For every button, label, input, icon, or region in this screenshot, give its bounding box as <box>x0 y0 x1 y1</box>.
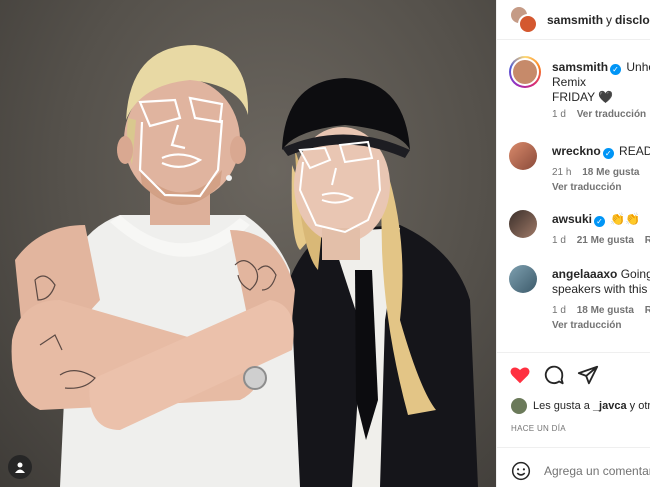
user-tag-icon[interactable] <box>8 455 32 479</box>
post-header: samsmith y disclosu <box>497 0 650 40</box>
author-avatar[interactable] <box>509 56 541 88</box>
heart-icon[interactable] <box>509 364 531 386</box>
liker-username[interactable]: _javca <box>593 400 627 412</box>
caption-time[interactable]: 1 d <box>552 109 566 120</box>
verified-badge-icon: ✓ <box>594 216 606 227</box>
header-conjunction: y <box>606 12 613 27</box>
share-icon[interactable] <box>577 364 599 386</box>
comment-icon[interactable] <box>543 364 565 386</box>
caption-text-line: Remix <box>552 75 587 89</box>
likes-prefix: Les gusta a <box>533 400 590 412</box>
comment-username[interactable]: wreckno <box>552 144 601 158</box>
avatar[interactable] <box>509 265 537 293</box>
post-side-panel: samsmith y disclosu samsmith✓ Unhol Remi… <box>496 0 650 487</box>
comment-input[interactable]: Agrega un comentari <box>544 464 650 478</box>
emoji-icon[interactable] <box>511 461 531 481</box>
caption-text-line: FRIDAY 🖤 <box>552 90 614 104</box>
post-timestamp[interactable]: HACE UN DÍA <box>511 424 566 433</box>
author-username[interactable]: samsmith <box>547 13 603 27</box>
post-photo[interactable] <box>0 0 496 487</box>
comment-text-line: speakers with this c <box>552 282 650 296</box>
translate-link[interactable]: Ver traducción <box>577 109 646 120</box>
photo-illustration <box>11 45 478 487</box>
avatar[interactable] <box>509 142 537 170</box>
likes-suffix[interactable]: y otr <box>630 400 650 412</box>
likes-summary: Les gusta a _javca y otr <box>511 398 650 414</box>
avatar[interactable] <box>511 398 527 414</box>
comment-text: 👏👏 <box>610 212 641 226</box>
avatar <box>518 13 538 34</box>
verified-badge-icon: ✓ <box>610 64 622 75</box>
collab-avatars[interactable] <box>509 4 539 35</box>
comment-time[interactable]: 21 h <box>552 167 571 178</box>
comment-likes[interactable]: 21 Me gusta <box>577 235 634 246</box>
comment-username[interactable]: awsuki <box>552 212 592 226</box>
comment-time[interactable]: 1 d <box>552 305 566 316</box>
comment-username[interactable]: angelaaaxo <box>552 267 617 281</box>
caption-text: Unhol <box>626 60 650 74</box>
action-bar <box>497 352 650 396</box>
comment-time[interactable]: 1 d <box>552 235 566 246</box>
comment-likes[interactable]: 18 Me gusta <box>577 305 634 316</box>
comment-likes[interactable]: 18 Me gusta <box>582 167 639 178</box>
comment-text: READY <box>619 144 650 158</box>
reply-link[interactable]: Re <box>645 235 650 246</box>
verified-badge-icon: ✓ <box>602 148 614 159</box>
comment-text: Going <box>620 267 650 281</box>
translate-link[interactable]: Ver traducción <box>552 182 621 193</box>
avatar[interactable] <box>509 210 537 238</box>
caption-username[interactable]: samsmith <box>552 60 608 74</box>
reply-link[interactable]: Re <box>645 305 650 316</box>
coauthor-username[interactable]: disclosu <box>615 13 650 27</box>
translate-link[interactable]: Ver traducción <box>552 320 621 331</box>
add-comment-bar: Agrega un comentari <box>497 447 650 487</box>
